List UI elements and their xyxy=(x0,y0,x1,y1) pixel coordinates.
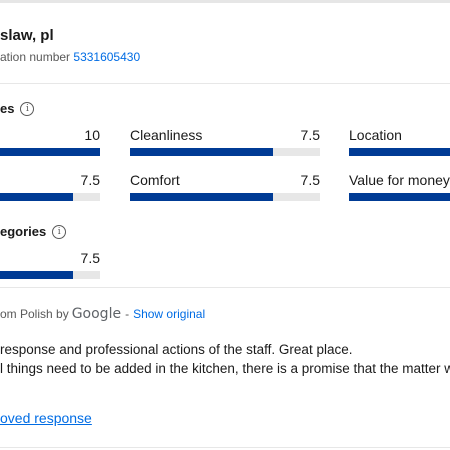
categories-section-title: egories i xyxy=(0,224,67,239)
reservation-number[interactable]: 5331605430 xyxy=(73,50,140,64)
score-bar-fill xyxy=(349,148,450,156)
score-bar-track xyxy=(349,148,450,156)
scores-section-title: es i xyxy=(0,101,35,116)
translation-notice: om Polish by Google - Show original xyxy=(0,306,205,322)
property-header: slaw, pl ation number 5331605430 xyxy=(0,0,450,84)
score-label: Comfort xyxy=(130,172,180,188)
translation-separator: - xyxy=(125,307,130,321)
categories-title-text: egories xyxy=(0,224,47,239)
score-label: Location xyxy=(349,127,402,143)
score-value: 7.5 xyxy=(80,250,100,266)
approved-response-link[interactable]: oved response xyxy=(0,410,92,426)
score-row-cleanliness: Cleanliness 7.5 xyxy=(130,127,320,159)
score-bar-track xyxy=(130,148,320,156)
score-value: 7.5 xyxy=(300,172,320,188)
score-bar-fill xyxy=(0,193,73,201)
scores-title-text: es xyxy=(0,101,15,116)
review-text-line-2: l things need to be added in the kitchen… xyxy=(0,361,450,376)
score-row: 10 xyxy=(0,127,100,159)
review-text-line-1: response and professional actions of the… xyxy=(0,342,353,357)
section-divider xyxy=(0,287,450,288)
score-row-comfort: Comfort 7.5 xyxy=(130,172,320,204)
score-bar-fill xyxy=(130,193,273,201)
score-bar-fill xyxy=(0,148,100,156)
score-value: 10 xyxy=(84,127,100,143)
reservation-label: ation number xyxy=(0,50,71,64)
score-label: Value for money xyxy=(349,172,450,188)
score-bar-fill xyxy=(349,193,450,201)
bottom-divider xyxy=(0,447,450,448)
score-value: 7.5 xyxy=(300,127,320,143)
score-bar-track xyxy=(0,271,100,279)
score-row-location: Location xyxy=(349,127,450,159)
score-row: 7.5 xyxy=(0,172,100,204)
show-original-link[interactable]: Show original xyxy=(133,307,205,321)
score-bar-track xyxy=(130,193,320,201)
property-location: slaw, pl xyxy=(0,27,54,44)
score-bar-fill xyxy=(130,148,273,156)
score-bar-track xyxy=(0,148,100,156)
score-row-value-for-money: Value for money xyxy=(349,172,450,204)
score-bar-track xyxy=(0,193,100,201)
google-logo: Google xyxy=(71,306,122,322)
translation-prefix: om Polish by xyxy=(0,307,69,321)
score-bar-fill xyxy=(0,271,73,279)
info-icon[interactable]: i xyxy=(52,224,67,239)
category-score-row: 7.5 xyxy=(0,250,100,282)
score-label: Cleanliness xyxy=(130,127,203,143)
score-bar-track xyxy=(349,193,450,201)
info-icon[interactable]: i xyxy=(20,101,35,116)
reservation-line: ation number 5331605430 xyxy=(0,50,140,64)
score-value: 7.5 xyxy=(80,172,100,188)
